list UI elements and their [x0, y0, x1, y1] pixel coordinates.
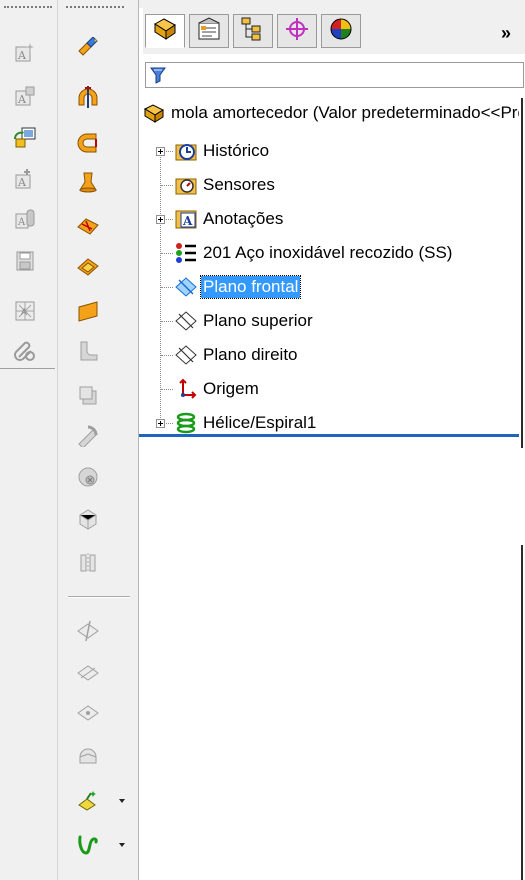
dome-icon	[73, 740, 103, 770]
svg-text:A: A	[21, 307, 27, 317]
property-manager-icon	[196, 16, 222, 47]
tree-item-material[interactable]: 201 Aço inoxidável recozido (SS)	[175, 238, 454, 268]
features-toolbar	[57, 0, 138, 880]
svg-text:A: A	[17, 49, 27, 62]
tab-dimxpert-manager[interactable]	[277, 14, 317, 48]
tab-display-manager[interactable]	[321, 14, 361, 48]
lofted-boss-icon[interactable]	[73, 168, 103, 198]
helix-spiral-icon[interactable]	[73, 830, 103, 860]
ref-plane-icon	[73, 616, 103, 646]
insert-picture-icon[interactable]	[10, 122, 40, 152]
chevron-down-icon[interactable]	[117, 796, 127, 806]
hole-wizard-icon	[73, 462, 103, 492]
origin-icon	[175, 378, 197, 400]
paperclip-icon	[10, 336, 40, 366]
feature-manager-tabs: »	[143, 8, 525, 54]
ref-point-icon	[73, 698, 103, 728]
note-icon: A	[10, 82, 40, 112]
solid-block-icon[interactable]	[73, 296, 103, 326]
tab-feature-tree[interactable]	[145, 14, 185, 48]
panel-top-strip	[139, 0, 525, 8]
filter-icon[interactable]	[149, 66, 167, 84]
mirror-icon	[73, 548, 103, 578]
rib-icon	[73, 420, 103, 450]
tree-item-label: Sensores	[203, 175, 275, 194]
tree-connector	[161, 389, 173, 390]
toolbar-grip[interactable]	[4, 6, 52, 10]
tree-item-label: Origem	[203, 379, 259, 398]
tree-root[interactable]: mola amortecedor (Valor predeterminado<<…	[143, 98, 519, 128]
tree-connector	[161, 253, 173, 254]
smart-dimension-icon: A	[10, 38, 40, 68]
tree-connector	[161, 321, 173, 322]
insert-curve-icon[interactable]	[73, 786, 103, 816]
tree-item-label: Hélice/Espiral1	[203, 413, 317, 432]
toolbar-grip[interactable]	[66, 6, 124, 10]
panel-edge	[521, 545, 523, 880]
plane-icon	[175, 344, 197, 366]
tree-item-label: Plano frontal	[199, 275, 302, 299]
tab-property-manager[interactable]	[189, 14, 229, 48]
tree-item-label: mola amortecedor (Valor predeterminado<<…	[171, 103, 519, 122]
save-block-icon	[10, 246, 40, 276]
tree-item-right-plane[interactable]: Plano direito	[175, 340, 300, 370]
tree-item-label: Anotações	[203, 209, 284, 228]
chamfer-icon	[73, 380, 103, 410]
feature-manager-panel: » mola amortecedor (Valor predeterminado…	[138, 0, 525, 880]
helix-icon	[175, 412, 197, 434]
expand-toggle[interactable]	[156, 215, 165, 224]
annotations-icon: A	[175, 208, 197, 230]
tree-item-label: Histórico	[203, 141, 270, 160]
rollback-bar[interactable]	[139, 434, 519, 437]
plane-icon	[175, 276, 197, 298]
tree-item-top-plane[interactable]: Plano superior	[175, 306, 315, 336]
tree-item-label: Plano direito	[203, 345, 298, 364]
chevron-down-icon[interactable]	[117, 840, 127, 850]
svg-text:A: A	[182, 214, 193, 228]
expand-toggle[interactable]	[156, 147, 165, 156]
part-icon	[143, 102, 165, 124]
thicken-icon[interactable]	[73, 252, 103, 282]
tree-item-origin[interactable]: Origem	[175, 374, 261, 404]
tree-connector	[161, 355, 173, 356]
boundary-boss-icon[interactable]	[73, 212, 103, 242]
dimxpert-icon	[284, 16, 310, 47]
swept-boss-icon[interactable]	[73, 128, 103, 158]
expand-toggle[interactable]	[156, 419, 165, 428]
toolbar-separator	[68, 596, 130, 598]
sensors-icon	[175, 174, 197, 196]
annotation-toolbar: A A A A A	[0, 0, 55, 369]
tree-item-front-plane[interactable]: Plano frontal	[175, 272, 302, 302]
shell-icon	[73, 504, 103, 534]
feature-tree-icon	[152, 16, 178, 47]
svg-text:A: A	[17, 176, 27, 189]
tree-item-label: Plano superior	[203, 311, 313, 330]
tree-item-history[interactable]: Histórico	[175, 136, 271, 166]
feature-tree: mola amortecedor (Valor predeterminado<<…	[139, 96, 519, 442]
tree-connector	[161, 287, 173, 288]
extruded-boss-icon[interactable]	[73, 34, 103, 64]
plane-icon	[175, 310, 197, 332]
tree-item-label: 201 Aço inoxidável recozido (SS)	[203, 243, 453, 262]
tree-item-annotations[interactable]: A Anotações	[175, 204, 285, 234]
pattern-icon: A	[10, 296, 40, 326]
block-icon: A	[10, 204, 40, 234]
display-manager-icon	[328, 16, 354, 47]
weld-symbol-icon: A	[10, 164, 40, 194]
svg-text:A: A	[17, 217, 26, 228]
panel-edge	[521, 98, 523, 448]
tree-connector	[161, 185, 173, 186]
material-icon	[175, 242, 197, 264]
history-icon	[175, 140, 197, 162]
fillet-icon	[73, 336, 103, 366]
revolved-boss-icon[interactable]	[73, 82, 103, 112]
more-tabs-button[interactable]: »	[495, 22, 517, 44]
ref-axis-icon	[73, 658, 103, 688]
tab-configuration-manager[interactable]	[233, 14, 273, 48]
filter-field[interactable]	[145, 62, 524, 88]
configuration-manager-icon	[240, 16, 266, 47]
tree-item-sensors[interactable]: Sensores	[175, 170, 277, 200]
